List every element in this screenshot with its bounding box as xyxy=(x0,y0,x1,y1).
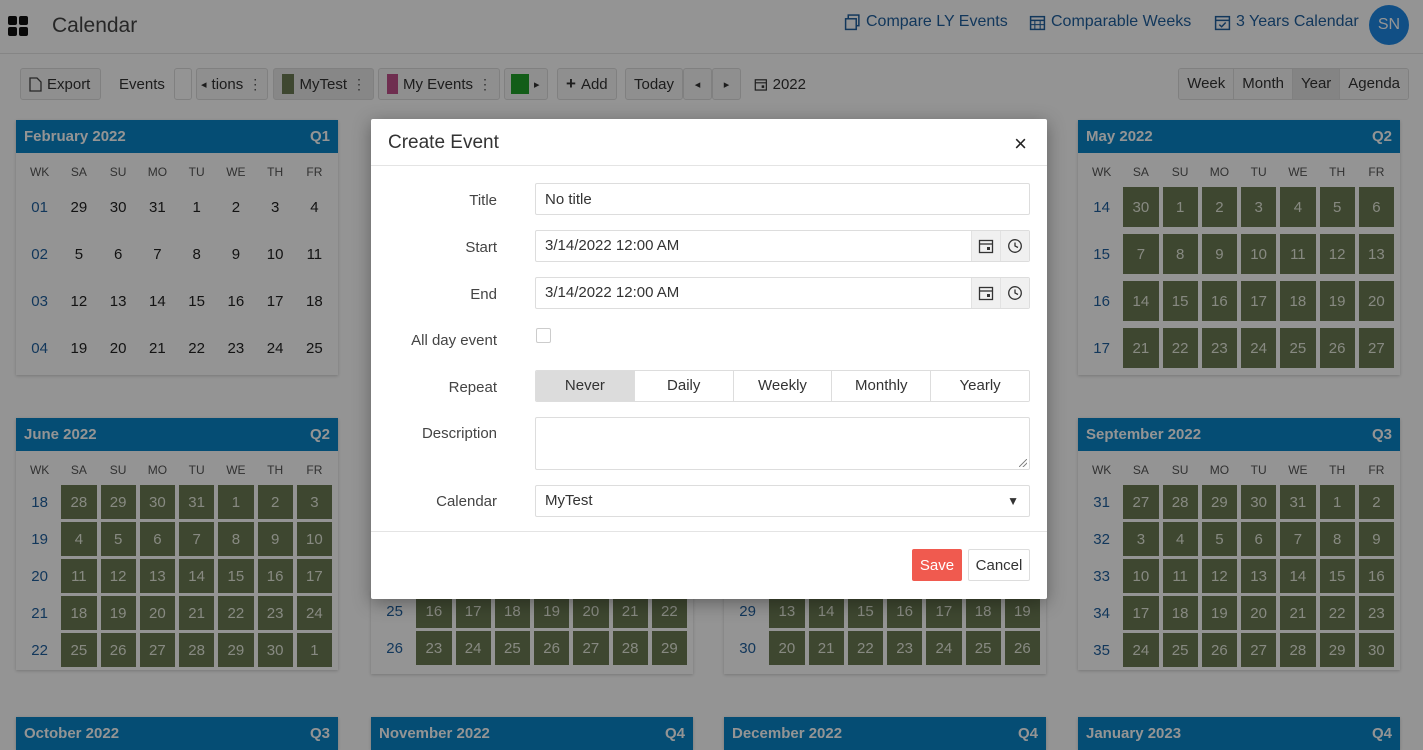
create-event-dialog: Create Event × Title Start 3/14/2022 12:… xyxy=(371,119,1047,599)
all-day-label: All day event xyxy=(411,332,497,349)
clock-icon[interactable] xyxy=(1000,231,1029,261)
dialog-divider xyxy=(371,165,1047,166)
dialog-footer-divider xyxy=(371,531,1047,532)
save-button[interactable]: Save xyxy=(912,549,962,581)
repeat-daily-button[interactable]: Daily xyxy=(634,371,734,401)
repeat-weekly-button[interactable]: Weekly xyxy=(733,371,833,401)
calendar-icon[interactable] xyxy=(971,278,1000,308)
close-icon[interactable]: × xyxy=(1014,131,1027,157)
caret-down-icon: ▼ xyxy=(1007,494,1019,508)
end-datetime-value[interactable]: 3/14/2022 12:00 AM xyxy=(536,278,971,308)
start-datetime-value[interactable]: 3/14/2022 12:00 AM xyxy=(536,231,971,261)
repeat-yearly-button[interactable]: Yearly xyxy=(931,371,1029,401)
title-input[interactable] xyxy=(535,183,1030,215)
repeat-label: Repeat xyxy=(448,379,497,396)
all-day-checkbox[interactable] xyxy=(536,328,551,343)
calendar-icon[interactable] xyxy=(971,231,1000,261)
calendar-select-value: MyTest xyxy=(545,492,593,509)
dialog-title: Create Event xyxy=(388,132,499,153)
repeat-monthly-button[interactable]: Monthly xyxy=(832,371,932,401)
start-datetime-picker[interactable]: 3/14/2022 12:00 AM xyxy=(535,230,1030,262)
start-label: Start xyxy=(465,239,497,256)
title-label: Title xyxy=(469,192,497,209)
description-textarea[interactable] xyxy=(535,417,1030,470)
cancel-button[interactable]: Cancel xyxy=(968,549,1030,581)
description-label: Description xyxy=(421,425,497,442)
end-datetime-picker[interactable]: 3/14/2022 12:00 AM xyxy=(535,277,1030,309)
end-label: End xyxy=(470,286,497,303)
repeat-never-button[interactable]: Never xyxy=(536,371,635,401)
resize-handle-icon[interactable] xyxy=(1019,459,1027,467)
calendar-label: Calendar xyxy=(436,493,497,510)
clock-icon[interactable] xyxy=(1000,278,1029,308)
repeat-button-group: Never Daily Weekly Monthly Yearly xyxy=(535,370,1030,402)
calendar-select[interactable]: MyTest ▼ xyxy=(535,485,1030,517)
